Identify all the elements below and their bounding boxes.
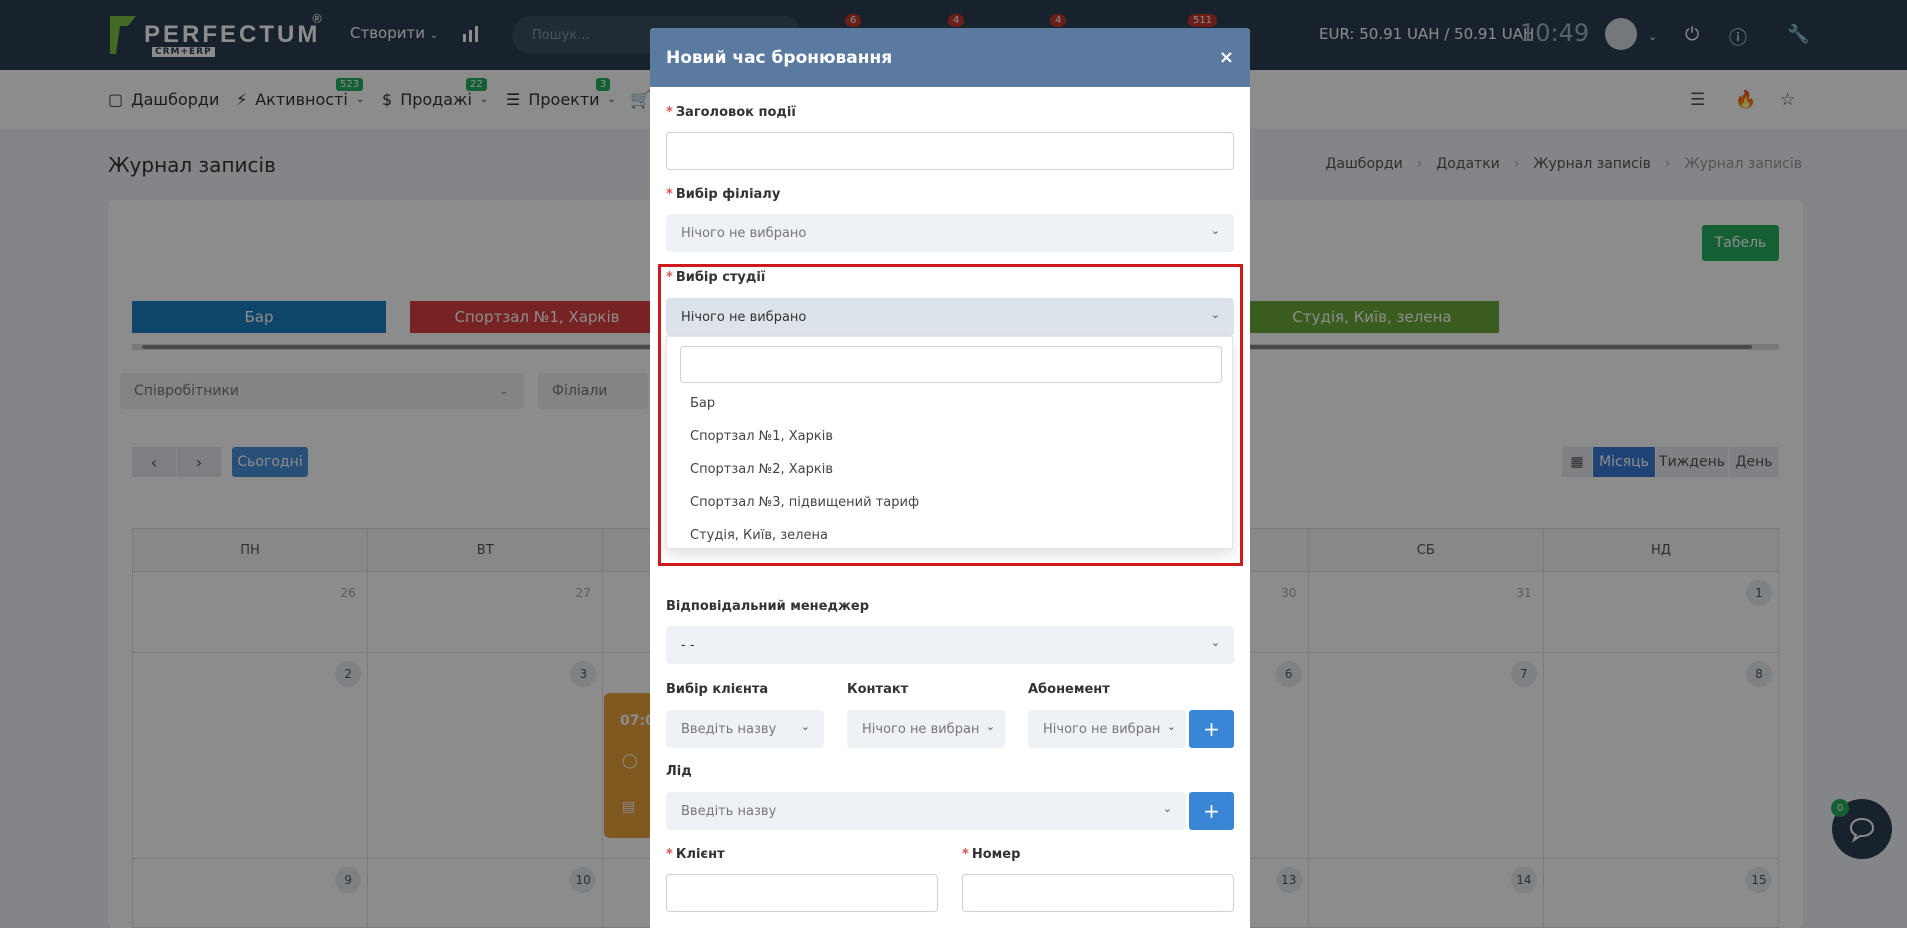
manager-label: Відповідальний менеджер	[666, 599, 869, 614]
chevron-down-icon: ⌄	[1162, 802, 1172, 815]
close-icon[interactable]: ×	[1219, 47, 1234, 68]
branch-label: * Вибір філіалу	[666, 187, 781, 202]
client-select-label: Вибір клієнта	[666, 682, 769, 697]
add-lead-button[interactable]: +	[1189, 792, 1234, 830]
lead-select-placeholder: Введіть назву	[681, 803, 777, 819]
client-select-placeholder: Введіть назву	[681, 721, 777, 737]
add-subscription-button[interactable]: +	[1189, 710, 1234, 748]
subscription-label: Абонемент	[1028, 682, 1110, 697]
number-label-text: Номер	[971, 847, 1021, 862]
client-select[interactable]: Введіть назву ⌄	[666, 710, 824, 748]
subscription-select-value: Нічого не вибран	[1043, 721, 1161, 737]
chevron-down-icon: ⌄	[1210, 224, 1220, 237]
subscription-select[interactable]: Нічого не вибран ⌄	[1028, 710, 1186, 748]
contact-select-value: Нічого не вибран	[862, 721, 980, 737]
modal-header: Новий час бронювання ×	[650, 28, 1250, 87]
client-label: * Клієнт	[666, 847, 725, 862]
contact-select[interactable]: Нічого не вибран ⌄	[847, 710, 1005, 748]
lead-select[interactable]: Введіть назву ⌄	[666, 792, 1186, 830]
branch-label-text: Вибір філіалу	[675, 187, 781, 202]
number-input[interactable]	[962, 874, 1234, 912]
client-label-text: Клієнт	[675, 847, 725, 862]
chevron-down-icon: ⌄	[1210, 636, 1220, 649]
branch-select-value: Нічого не вибрано	[681, 225, 807, 241]
chevron-down-icon: ⌄	[1166, 720, 1176, 733]
number-label: * Номер	[962, 847, 1021, 862]
event-title-label: * Заголовок події	[666, 105, 796, 120]
manager-select-value: - -	[681, 637, 695, 653]
event-title-label-text: Заголовок події	[675, 105, 796, 120]
chevron-down-icon: ⌄	[800, 720, 810, 733]
contact-label: Контакт	[847, 682, 909, 697]
branch-select[interactable]: Нічого не вибрано ⌄	[666, 214, 1234, 252]
chevron-down-icon: ⌄	[985, 720, 995, 733]
focus-highlight-box	[658, 264, 1243, 566]
client-input[interactable]	[666, 874, 938, 912]
manager-select[interactable]: - - ⌄	[666, 626, 1234, 664]
lead-label: Лід	[666, 764, 692, 779]
event-title-input[interactable]	[666, 132, 1234, 170]
modal-title: Новий час бронювання	[666, 47, 893, 68]
